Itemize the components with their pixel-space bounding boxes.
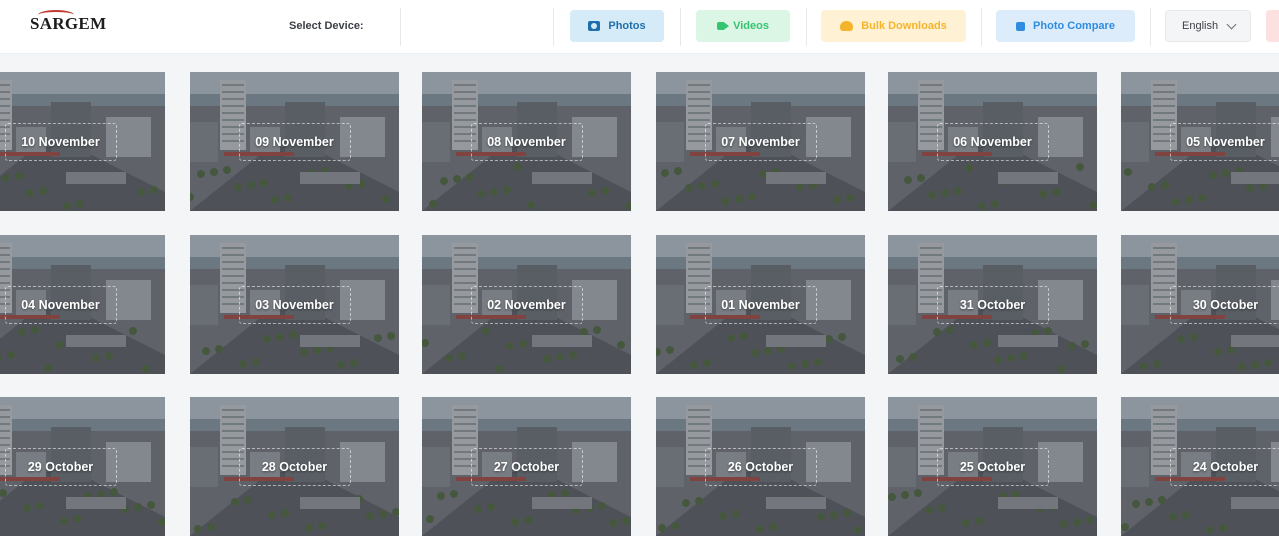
sargem-logo[interactable]: SARGEM — [30, 10, 106, 38]
photos-label: Photos — [608, 20, 645, 32]
photo-day-tile[interactable]: 30 October — [1121, 235, 1279, 374]
divider — [981, 8, 982, 46]
photo-day-tile[interactable]: 10 November — [0, 72, 165, 211]
date-label: 25 October — [888, 460, 1097, 474]
bulk-downloads-button[interactable]: Bulk Downloads — [821, 10, 966, 42]
divider — [806, 8, 807, 46]
photo-day-tile[interactable]: 31 October — [888, 235, 1097, 374]
language-select[interactable]: English — [1165, 10, 1251, 42]
select-device[interactable]: Select Device: — [255, 8, 401, 46]
date-label: 04 November — [0, 298, 165, 312]
date-label: 27 October — [422, 460, 631, 474]
date-label: 26 October — [656, 460, 865, 474]
date-label: 05 November — [1121, 135, 1279, 149]
date-label: 03 November — [190, 298, 399, 312]
photo-day-tile[interactable]: 29 October — [0, 397, 165, 536]
photo-day-tile[interactable]: 27 October — [422, 397, 631, 536]
photo-day-tile[interactable]: 06 November — [888, 72, 1097, 211]
bulk-downloads-label: Bulk Downloads — [861, 20, 947, 32]
date-label: 24 October — [1121, 460, 1279, 474]
date-label: 10 November — [0, 135, 165, 149]
date-label: 08 November — [422, 135, 631, 149]
videos-button[interactable]: Videos — [696, 10, 790, 42]
photo-day-tile[interactable]: 01 November — [656, 235, 865, 374]
date-label: 31 October — [888, 298, 1097, 312]
photo-day-tile[interactable]: 09 November — [190, 72, 399, 211]
logout-button[interactable] — [1266, 10, 1279, 42]
date-label: 02 November — [422, 298, 631, 312]
photo-day-tile[interactable]: 25 October — [888, 397, 1097, 536]
chevron-down-icon — [1227, 19, 1237, 29]
photos-button[interactable]: Photos — [570, 10, 664, 42]
date-label: 28 October — [190, 460, 399, 474]
photo-day-tile[interactable]: 24 October — [1121, 397, 1279, 536]
language-value: English — [1182, 20, 1218, 32]
video-camera-icon — [717, 22, 725, 30]
date-label: 07 November — [656, 135, 865, 149]
divider — [680, 8, 681, 46]
compare-icon — [1016, 22, 1025, 31]
photo-day-tile[interactable]: 26 October — [656, 397, 865, 536]
date-label: 01 November — [656, 298, 865, 312]
photo-day-tile[interactable]: 02 November — [422, 235, 631, 374]
photo-day-tile[interactable]: 05 November — [1121, 72, 1279, 211]
divider — [553, 8, 554, 46]
date-label: 29 October — [0, 460, 165, 474]
top-header: SARGEM Select Device: Photos Videos Bulk… — [0, 0, 1279, 54]
date-label: 06 November — [888, 135, 1097, 149]
cloud-download-icon — [840, 21, 853, 31]
divider — [1150, 8, 1151, 46]
photo-day-tile[interactable]: 04 November — [0, 235, 165, 374]
image-icon — [588, 21, 600, 31]
photo-compare-label: Photo Compare — [1033, 20, 1115, 32]
photo-day-tile[interactable]: 28 October — [190, 397, 399, 536]
date-label: 09 November — [190, 135, 399, 149]
date-label: 30 October — [1121, 298, 1279, 312]
select-device-label: Select Device: — [289, 20, 364, 32]
photo-day-tile[interactable]: 08 November — [422, 72, 631, 211]
photo-compare-button[interactable]: Photo Compare — [996, 10, 1135, 42]
logo-arc-icon — [38, 10, 74, 20]
photo-day-tile[interactable]: 07 November — [656, 72, 865, 211]
videos-label: Videos — [733, 20, 769, 32]
photo-day-tile[interactable]: 03 November — [190, 235, 399, 374]
